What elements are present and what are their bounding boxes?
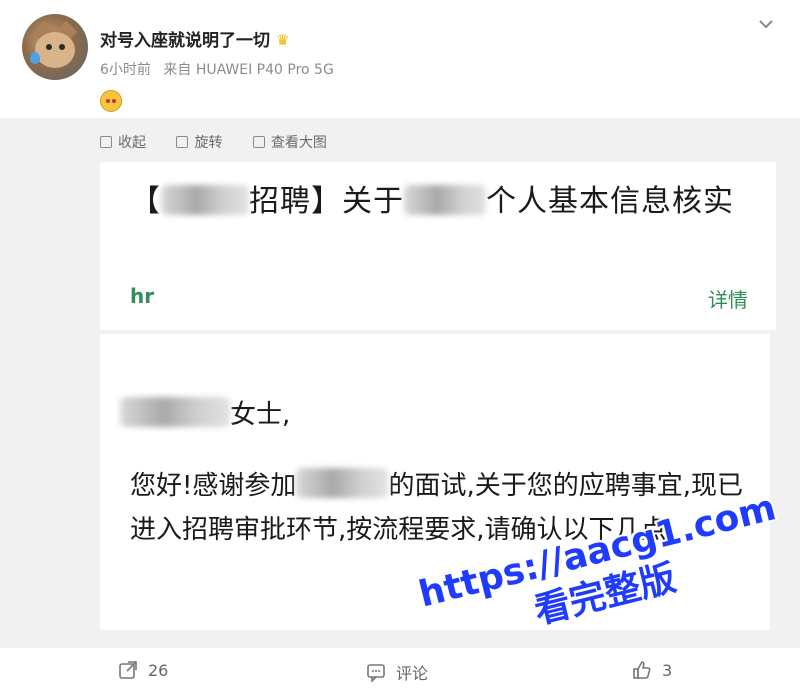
comment-label: 评论 [396, 664, 429, 683]
post-actions: 26 评论 3 [0, 648, 800, 695]
collapse-button[interactable]: 收起 [100, 132, 146, 152]
username[interactable]: 对号入座就说明了一切 ♛ [100, 26, 289, 51]
view-large-button[interactable]: 查看大图 [252, 132, 327, 152]
like-count: 3 [662, 660, 673, 680]
redacted-blur [404, 185, 486, 215]
post-time: 6小时前 [100, 62, 151, 78]
greeting-suffix: 女士, [230, 400, 291, 430]
email-title-part2: 招聘】关于 [249, 184, 404, 219]
post-source: 来自 HUAWEI P40 Pro 5G [163, 62, 334, 78]
share-count: 26 [148, 660, 169, 680]
email-sender: hr [130, 284, 155, 308]
view-large-label: 查看大图 [270, 135, 327, 151]
email-body-card: 女士, 您好!感谢参加 的面试,关于您的应聘事宜,现已进入招聘审批环节,按流程要求… [100, 334, 770, 630]
share-button[interactable]: 26 [118, 660, 168, 680]
email-title: 【 招聘】关于 个人基本信息核实 [130, 180, 750, 224]
email-detail-link[interactable]: 详情 [708, 284, 748, 313]
like-button[interactable]: 3 [632, 660, 672, 680]
post-meta: 6小时前 来自 HUAWEI P40 Pro 5G [100, 59, 342, 79]
rotate-icon [176, 136, 189, 148]
email-title-part3: 个人基本信息核实 [486, 184, 734, 219]
redacted-blur [296, 468, 389, 498]
comment-button[interactable]: 评论 [366, 660, 428, 684]
body-part1: 您好!感谢参加 [130, 471, 297, 501]
collapse-label: 收起 [118, 135, 146, 151]
crown-icon: ♛ [276, 31, 290, 49]
comment-icon [367, 664, 385, 682]
rotate-button[interactable]: 旋转 [176, 132, 222, 152]
share-icon [119, 661, 137, 679]
avatar[interactable] [22, 14, 88, 80]
rotate-label: 旋转 [194, 135, 223, 151]
email-greeting: 女士, [120, 394, 290, 431]
email-header-card: 【 招聘】关于 个人基本信息核实 hr 详情 [100, 162, 776, 330]
thumbs-up-icon [633, 661, 651, 679]
view-large-icon [252, 136, 265, 148]
chevron-down-icon[interactable] [756, 14, 776, 34]
email-body-text: 您好!感谢参加 的面试,关于您的应聘事宜,现已进入招聘审批环节,按流程要求,请确认… [130, 464, 750, 552]
redacted-blur [120, 397, 230, 427]
redacted-blur [161, 185, 249, 215]
post-header: 对号入座就说明了一切 ♛ 6小时前 来自 HUAWEI P40 Pro 5G [0, 0, 800, 118]
emoji-icon [100, 90, 122, 112]
image-toolbar: 收起 旋转 查看大图 [100, 132, 353, 152]
post-image-area: 收起 旋转 查看大图 【 招聘】关于 个人基本信息核实 hr 详情 女士, 您好!感… [0, 118, 800, 648]
email-title-part1: 【 [130, 184, 161, 219]
username-text[interactable]: 对号入座就说明了一切 [100, 31, 270, 51]
collapse-icon [100, 136, 112, 148]
